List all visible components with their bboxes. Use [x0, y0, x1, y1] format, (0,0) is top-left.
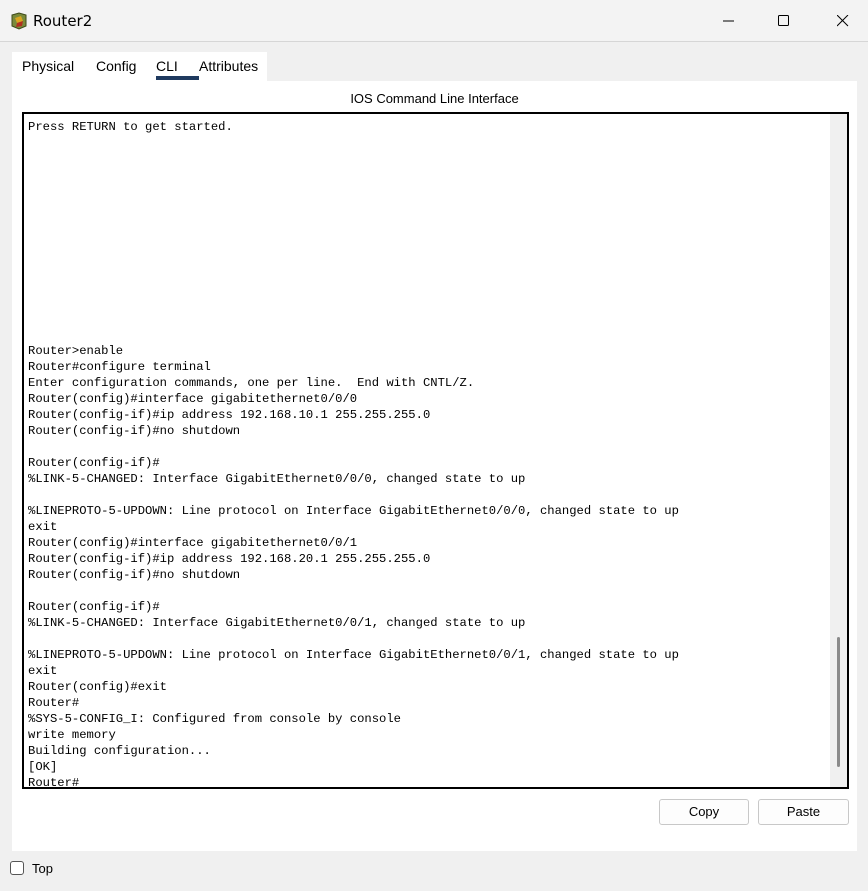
tab-attributes[interactable]: Attributes — [199, 58, 258, 74]
cli-panel: IOS Command Line Interface Press RETURN … — [12, 81, 857, 851]
title-bar: Router2 — [0, 0, 868, 42]
terminal-scrollbar[interactable] — [830, 114, 847, 787]
router-device-icon — [10, 12, 28, 30]
top-checkbox-label: Top — [32, 861, 53, 876]
minimize-icon — [723, 20, 734, 22]
close-icon — [837, 15, 849, 27]
copy-button[interactable]: Copy — [659, 799, 749, 825]
top-checkbox[interactable] — [10, 861, 24, 875]
active-tab-indicator — [156, 76, 199, 80]
window-title: Router2 — [33, 12, 93, 30]
tab-bar: Physical Config CLI Attributes — [12, 52, 267, 81]
maximize-icon — [778, 15, 789, 26]
close-button[interactable] — [820, 0, 866, 42]
bottom-bar: Top — [0, 851, 868, 891]
tab-physical[interactable]: Physical — [22, 58, 74, 74]
terminal-output[interactable]: Press RETURN to get started. Router>enab… — [28, 119, 828, 787]
scrollbar-thumb[interactable] — [837, 637, 840, 767]
paste-button[interactable]: Paste — [758, 799, 849, 825]
cli-header: IOS Command Line Interface — [350, 91, 519, 106]
maximize-button[interactable] — [761, 0, 807, 42]
cli-terminal[interactable]: Press RETURN to get started. Router>enab… — [22, 112, 849, 789]
minimize-button[interactable] — [706, 0, 752, 42]
tab-cli[interactable]: CLI — [156, 58, 178, 74]
tab-config[interactable]: Config — [96, 58, 136, 74]
